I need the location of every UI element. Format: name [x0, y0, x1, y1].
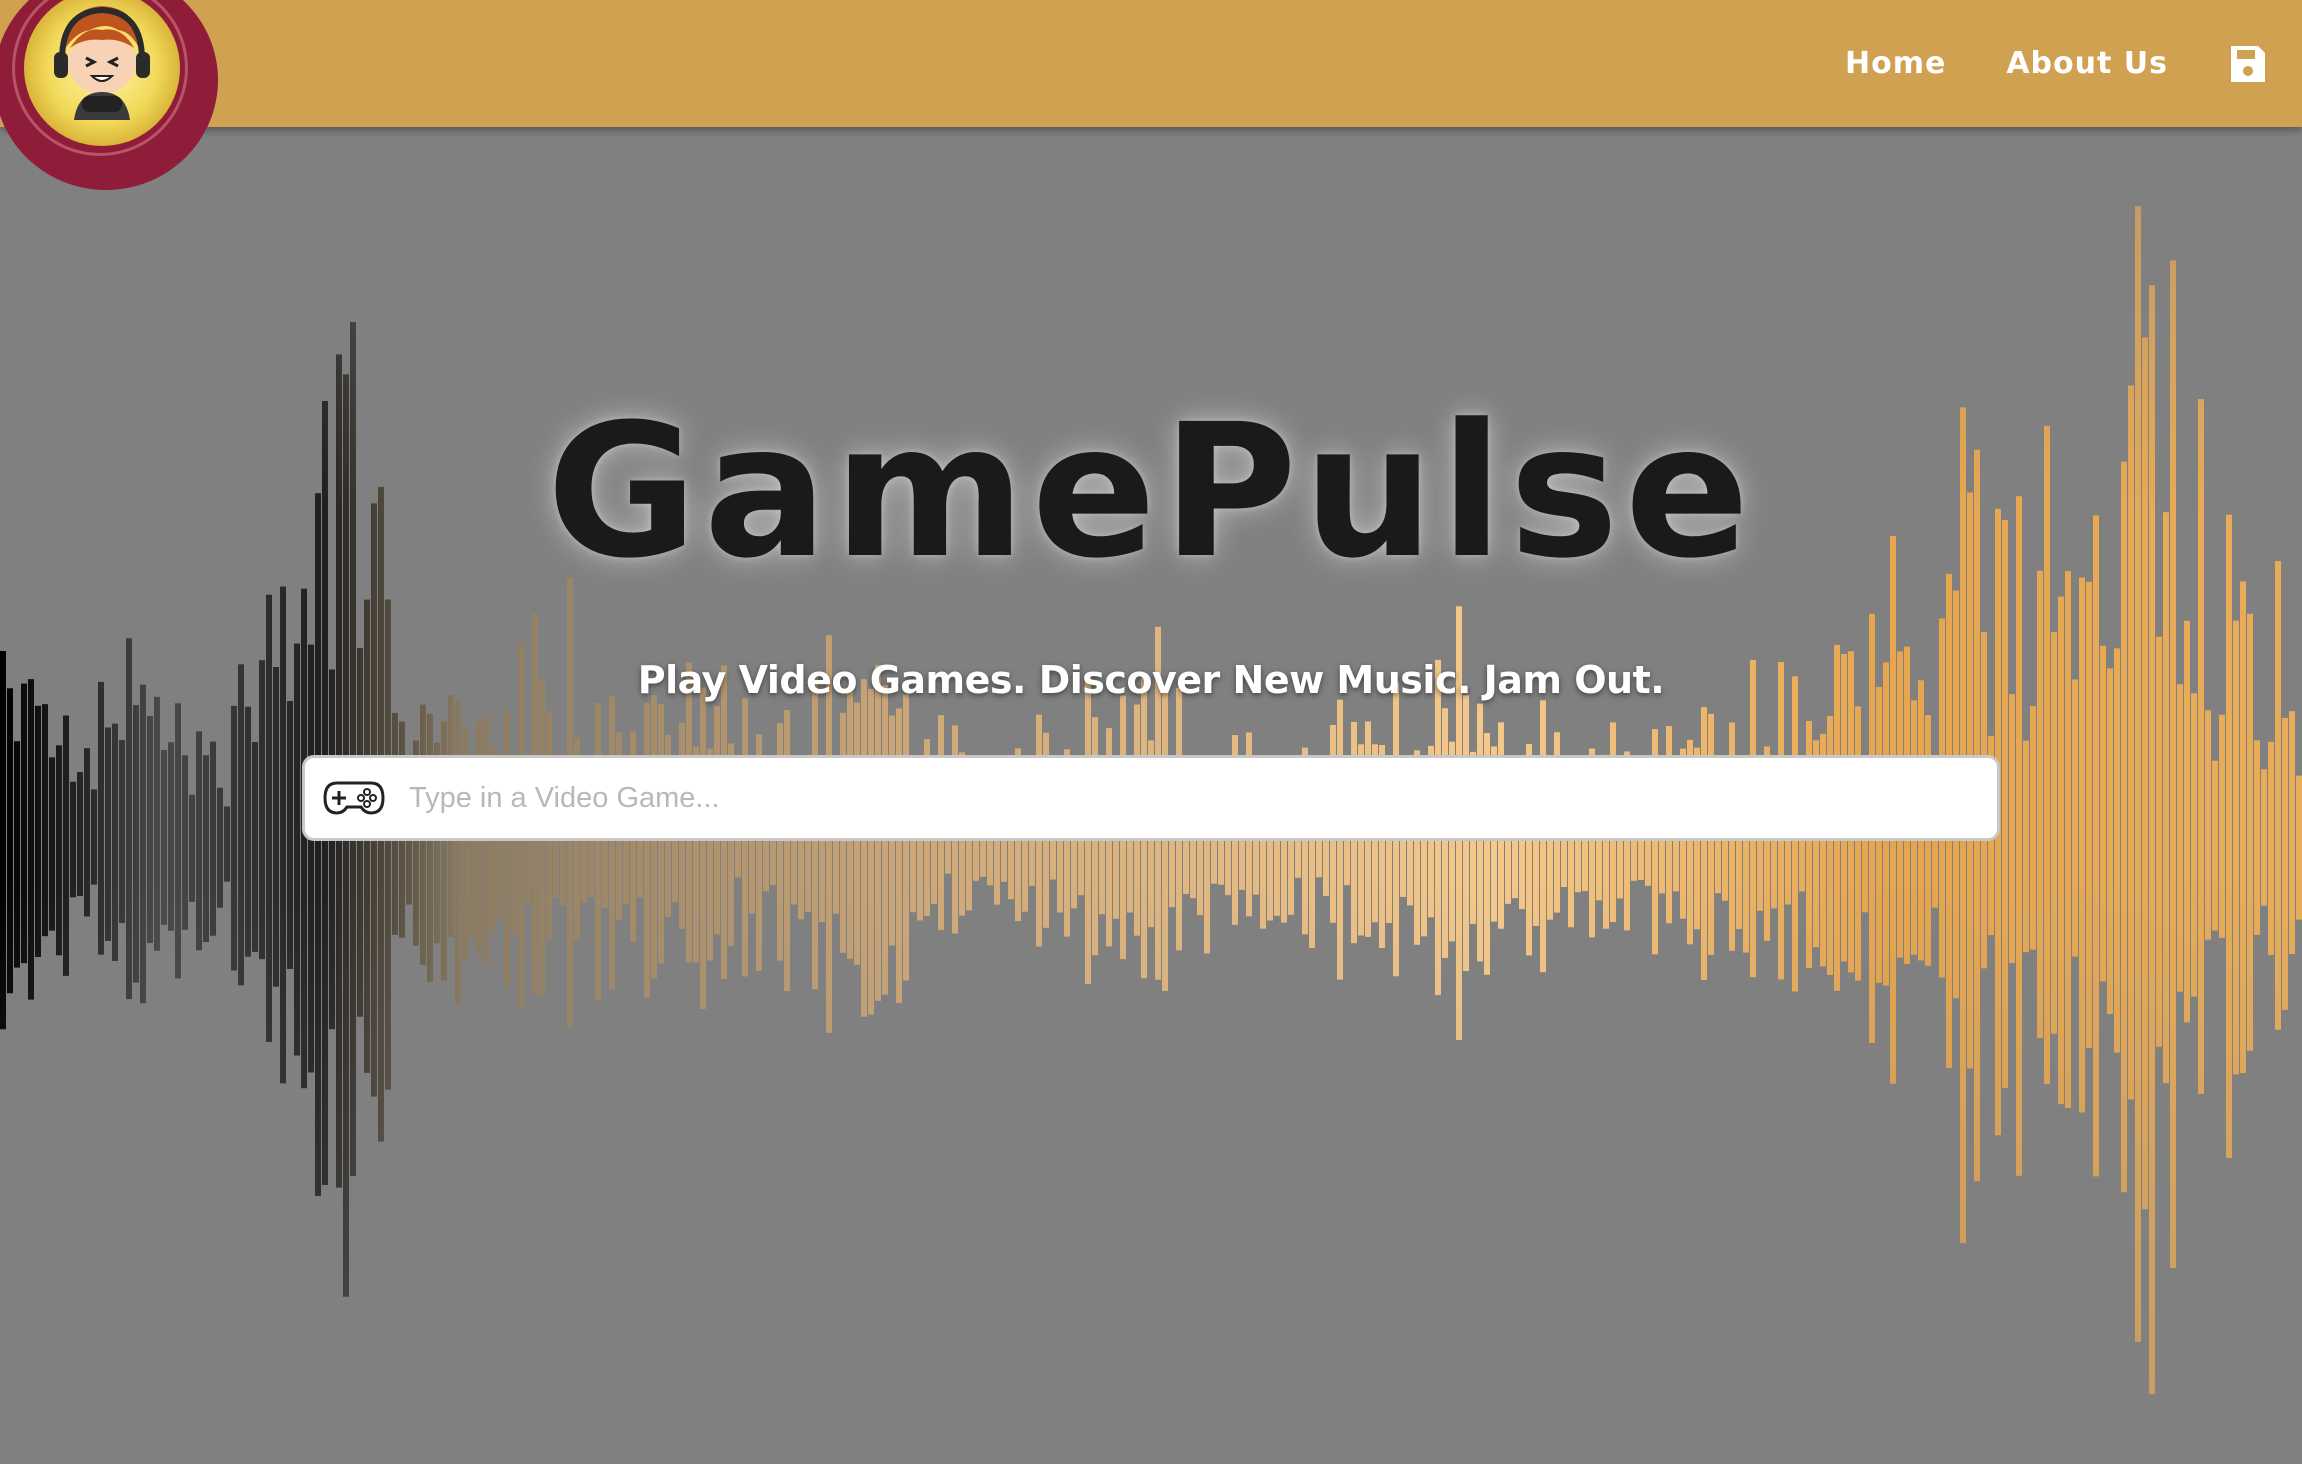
gamer-mascot-icon — [24, 0, 180, 146]
floppy-disk-icon[interactable] — [2228, 43, 2268, 85]
page: Home About Us GamePulse Play Video Games… — [0, 0, 2302, 1464]
top-navbar: Home About Us — [0, 0, 2302, 127]
game-search-bar[interactable] — [302, 755, 2000, 841]
nav-links: Home About Us — [1845, 0, 2302, 127]
gamepad-icon — [323, 781, 385, 815]
nav-about-us-link[interactable]: About Us — [2006, 46, 2168, 81]
audio-waveform-background — [0, 0, 2302, 1464]
hero-tagline: Play Video Games. Discover New Music. Ja… — [637, 658, 1665, 702]
nav-home-link[interactable]: Home — [1845, 46, 1946, 81]
site-logo[interactable] — [0, 0, 218, 190]
brand-title: GamePulse — [546, 385, 1756, 599]
game-search-input[interactable] — [407, 780, 1971, 816]
